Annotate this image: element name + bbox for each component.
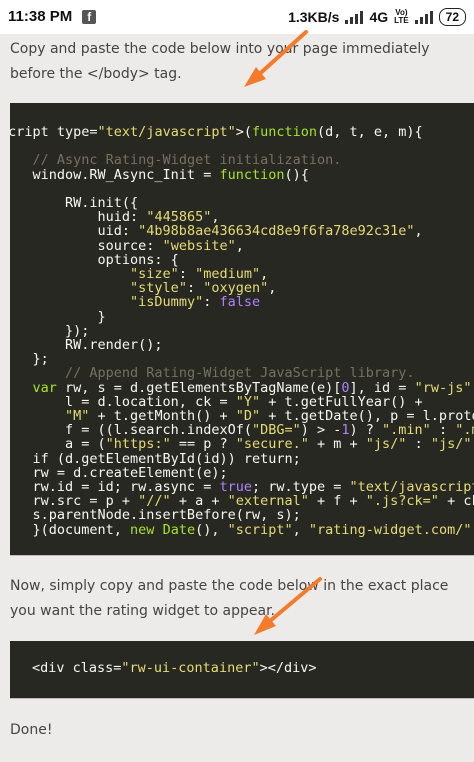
code-block-div[interactable]: <div class="rw-ui-container"></div> [10,641,474,698]
battery-level: 72 [445,10,459,24]
code-line: <div class="rw-ui-container"></div> [32,661,474,675]
code-token: false [219,294,261,311]
code-token: + m + [308,436,366,453]
code-line: "M" + t.getMonth() + "D" + t.getDate(), … [10,409,474,423]
code-line: "style": "oxygen", [10,281,474,295]
code-token: : [406,436,431,453]
code-text-div: <div class="rw-ui-container"></div> [32,661,474,675]
code-line: source: "website", [10,239,474,253]
status-left: 11:38 PM f [8,8,97,25]
code-token: "js/" [365,436,407,453]
code-line: s.parentNode.insertBefore(rw, s); [10,508,474,522]
code-token: window.RW_Async_Init = [10,166,220,183]
code-token: , [292,521,309,538]
code-line: RW.init({ [10,196,474,210]
code-token: function [251,124,318,140]
code-token: ".js?ck=" [365,493,439,510]
code-line: f = ((l.search.indexOf("DBG=") > -1) ? "… [10,423,474,437]
code-token: function [219,166,285,183]
code-token: }(document, [10,521,131,538]
code-token: "rw-js" [414,379,472,396]
code-line: rw = d.createElement(e); [10,466,474,480]
code-token: script type= [10,124,98,140]
network-type: 4G [369,9,389,25]
code-line: a = ("https:" == p ? "secure." + m + "js… [10,437,474,451]
code-token: (d, t, e, m){ [317,124,423,140]
signal-icon [345,10,364,24]
code-line: script type="text/javascript">(function(… [10,125,474,139]
network-speed: 1.3KB/s [288,9,340,25]
code-line: uid: "4b98b8ae436634cd8e9f6fa78e92c31e", [10,224,474,238]
code-line: huid: "445865", [10,210,474,224]
code-token: + ck [447,493,474,510]
code-token: "js/" [430,436,472,453]
code-token: "text/javascript" [97,124,236,140]
battery-icon: 72 [438,8,466,26]
code-token: , [268,280,277,297]
code-line: "isDummy": false [10,295,474,309]
code-token: , [235,237,244,254]
clock: 11:38 PM [8,8,73,25]
code-line: rw.id = id; rw.async = true; rw.type = "… [10,480,474,494]
code-block-script[interactable]: script type="text/javascript">(function(… [10,103,474,555]
volte-icon: Vo) LTE [394,9,409,25]
code-text-script: script type="text/javascript">(function(… [10,125,474,537]
code-token: ></div> [259,660,317,676]
code-token: "rating-widget.com/" [308,521,472,538]
code-token: , [414,223,423,240]
code-line: if (d.getElementById(id)) return; [10,452,474,466]
code-line: } [10,310,474,324]
code-token: <div class= [32,660,122,676]
code-line: }(document, new Date(), "script", "ratin… [10,523,474,537]
code-line: var rw, s = d.getElementsByTagName(e)[0]… [10,381,474,395]
code-token: (), [195,521,228,538]
code-token: : [203,294,220,311]
code-line: l = d.location, ck = "Y" + t.getFullYear… [10,395,474,409]
code-token: >( [235,124,252,140]
instruction-second: Now, simply copy and paste the code belo… [10,578,449,619]
code-token: new [130,521,155,538]
code-line: rw.src = p + "//" + a + "external" + f +… [10,494,474,508]
status-right: 1.3KB/s 4G Vo) LTE 72 [288,8,466,26]
volte-bottom: LTE [394,16,409,25]
code-line: options: { [10,253,474,267]
code-token: "script" [227,521,293,538]
code-line: // Append Rating-Widget JavaScript libra… [10,366,474,380]
code-token: (){ [284,166,309,183]
done-text: Done! [10,722,53,738]
code-line: RW.render(); [10,338,474,352]
code-line: // Async Rating-Widget initialization. [10,153,474,167]
code-token: Date [162,521,196,538]
arrow-annotation-2 [254,577,322,635]
facebook-icon: f [82,9,97,24]
signal-icon-2 [414,10,433,24]
code-line: window.RW_Async_Init = function(){ [10,168,474,182]
code-token: "isDummy" [130,294,204,311]
code-token: "rw-ui-container" [121,660,260,676]
code-line: }; [10,352,474,366]
code-line: "size": "medium", [10,267,474,281]
code-line: }); [10,324,474,338]
code-token: + f + [308,493,366,510]
arrow-annotation-1 [244,30,308,87]
